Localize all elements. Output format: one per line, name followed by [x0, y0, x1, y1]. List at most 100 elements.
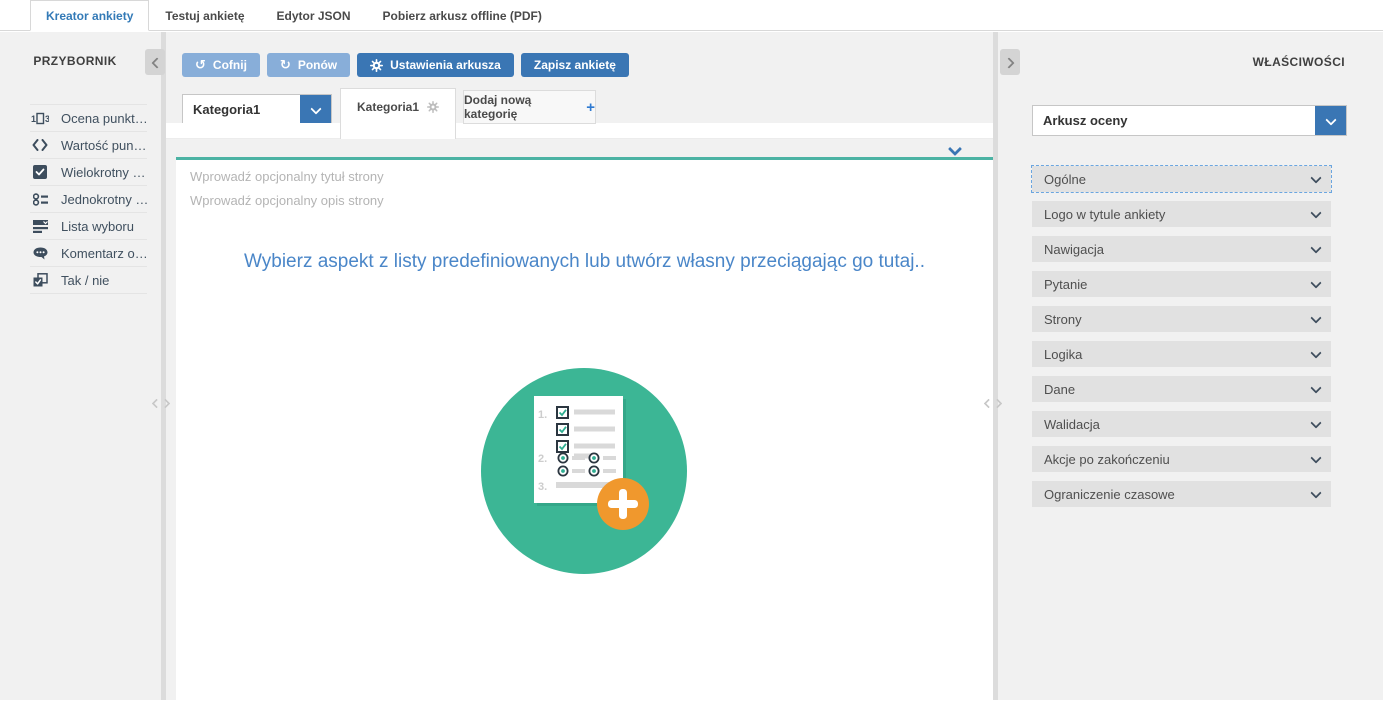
properties-title: WŁAŚCIWOŚCI — [1253, 55, 1345, 69]
page-description-input[interactable]: Wprowadź opcjonalny opis strony — [190, 193, 384, 208]
plus-icon: + — [586, 100, 595, 115]
section-label: Pytanie — [1044, 277, 1311, 292]
chevron-down-icon — [1311, 349, 1321, 359]
selected-element-select[interactable]: Arkusz oceny — [1032, 105, 1347, 136]
toolbox-item-label: Lista wyboru — [61, 219, 134, 234]
toolbox-item-boolean[interactable]: Tak / nie — [30, 267, 147, 294]
chevron-left-icon — [982, 398, 990, 406]
boolean-icon — [30, 273, 50, 287]
left-splitter-handle[interactable] — [150, 398, 170, 406]
section-label: Logo w tytule ankiety — [1044, 207, 1311, 222]
section-label: Akcje po zakończeniu — [1044, 452, 1311, 467]
gear-icon[interactable] — [427, 101, 439, 113]
tab-label: Testuj ankietę — [165, 9, 244, 23]
sheet-settings-button[interactable]: Ustawienia arkusza — [357, 53, 514, 77]
checkbox-icon — [30, 165, 50, 179]
toolbox-item-radiogroup[interactable]: Jednokrotny … — [30, 186, 147, 213]
category-select[interactable]: Kategoria1 — [182, 94, 332, 125]
toolbox-list: 13 Ocena punkt… Wartość pun… Wielokrotny… — [30, 104, 147, 294]
category-select-value: Kategoria1 — [183, 102, 300, 117]
save-survey-label: Zapisz ankietę — [534, 58, 616, 72]
category-tab-kategoria1[interactable]: Kategoria1 — [340, 88, 456, 139]
designer-surface: ↺ Cofnij ↻ Ponów Ustawienia arkusza Zapi… — [166, 32, 993, 700]
redo-button[interactable]: ↻ Ponów — [267, 53, 350, 77]
properties-panel: WŁAŚCIWOŚCI Arkusz oceny Ogólne Logo w t… — [998, 32, 1383, 700]
chevron-down-icon — [1326, 116, 1336, 126]
chevron-right-icon — [1005, 57, 1015, 67]
survey-creator-app: Kreator ankiety Testuj ankietę Edytor JS… — [0, 0, 1383, 709]
toolbox-item-value[interactable]: Wartość pun… — [30, 132, 147, 159]
tab-testuj-ankiete[interactable]: Testuj ankietę — [149, 0, 260, 31]
chevron-down-icon — [1311, 454, 1321, 464]
right-splitter-handle[interactable] — [982, 398, 1002, 406]
page-title-input[interactable]: Wprowadź opcjonalny tytuł strony — [190, 169, 384, 184]
section-label: Ograniczenie czasowe — [1044, 487, 1311, 502]
chevron-down-icon — [1311, 489, 1321, 499]
survey-illustration-icon: 1. — [478, 365, 690, 577]
toolbox-panel: PRZYBORNIK 13 Ocena punkt… Wartość pun… — [0, 32, 161, 700]
chevron-right-icon — [162, 398, 170, 406]
collapse-right-panel-button[interactable] — [1000, 49, 1020, 75]
selected-element-dropdown-button[interactable] — [1315, 106, 1346, 135]
properties-section-dane[interactable]: Dane — [1032, 376, 1331, 402]
chevron-right-icon — [994, 398, 1002, 406]
section-label: Walidacja — [1044, 417, 1311, 432]
svg-text:2.: 2. — [538, 453, 547, 465]
dropdown-icon — [30, 220, 50, 233]
add-category-tab[interactable]: Dodaj nową kategorię + — [463, 90, 596, 124]
properties-section-logo[interactable]: Logo w tytule ankiety — [1032, 201, 1331, 227]
properties-section-walidacja[interactable]: Walidacja — [1032, 411, 1331, 437]
workspace: PRZYBORNIK 13 Ocena punkt… Wartość pun… — [0, 32, 1383, 700]
properties-section-nawigacja[interactable]: Nawigacja — [1032, 236, 1331, 262]
properties-section-strony[interactable]: Strony — [1032, 306, 1331, 332]
chevron-down-icon — [311, 105, 321, 115]
collapse-left-panel-button[interactable] — [145, 49, 165, 75]
toolbox-item-label: Jednokrotny … — [61, 192, 148, 207]
empty-page-message: Wybierz aspekt z listy predefiniowanych … — [176, 248, 993, 276]
section-label: Ogólne — [1044, 172, 1311, 187]
sheet-settings-label: Ustawienia arkusza — [390, 58, 501, 72]
properties-section-ogolne[interactable]: Ogólne — [1032, 166, 1331, 192]
toolbox-item-dropdown[interactable]: Lista wyboru — [30, 213, 147, 240]
toolbox-item-label: Komentarz o… — [61, 246, 148, 261]
tab-pobierz-arkusz-offline-pdf[interactable]: Pobierz arkusz offline (PDF) — [367, 0, 558, 31]
tab-kreator-ankiety[interactable]: Kreator ankiety — [30, 0, 149, 31]
chevron-down-icon — [1311, 244, 1321, 254]
toolbox-item-label: Ocena punkt… — [61, 111, 148, 126]
properties-section-akcje-po-zakonczeniu[interactable]: Akcje po zakończeniu — [1032, 446, 1331, 472]
toolbox-item-rating[interactable]: 13 Ocena punkt… — [30, 105, 147, 132]
category-select-dropdown-button[interactable] — [300, 95, 331, 124]
svg-text:1: 1 — [31, 114, 36, 124]
gear-icon — [370, 59, 383, 72]
redo-label: Ponów — [298, 58, 337, 72]
radiogroup-icon — [30, 193, 50, 206]
chevron-down-icon — [1311, 174, 1321, 184]
save-survey-button[interactable]: Zapisz ankietę — [521, 53, 629, 77]
tab-label: Edytor JSON — [277, 9, 351, 23]
tab-content-strip — [166, 123, 993, 139]
toolbox-item-comment[interactable]: Komentarz o… — [30, 240, 147, 267]
drop-zone-illustration: 1. — [478, 365, 690, 577]
section-label: Logika — [1044, 347, 1311, 362]
toolbox-title: PRZYBORNIK — [0, 54, 150, 68]
tab-edytor-json[interactable]: Edytor JSON — [261, 0, 367, 31]
toolbox-item-label: Wartość pun… — [61, 138, 147, 153]
designer-toolbar: ↺ Cofnij ↻ Ponów Ustawienia arkusza Zapi… — [182, 53, 629, 77]
toolbox-item-label: Wielokrotny … — [61, 165, 146, 180]
svg-text:3: 3 — [45, 114, 49, 124]
toolbox-item-checkbox[interactable]: Wielokrotny … — [30, 159, 147, 186]
add-category-label: Dodaj nową kategorię — [464, 93, 580, 121]
undo-button[interactable]: ↺ Cofnij — [182, 53, 260, 77]
chevron-down-icon — [949, 144, 959, 154]
rating-icon: 13 — [30, 112, 50, 125]
properties-section-logika[interactable]: Logika — [1032, 341, 1331, 367]
properties-section-pytanie[interactable]: Pytanie — [1032, 271, 1331, 297]
tab-label: Pobierz arkusz offline (PDF) — [383, 9, 542, 23]
chevron-left-icon — [150, 57, 160, 67]
toolbox-item-label: Tak / nie — [61, 273, 109, 288]
top-tab-bar: Kreator ankiety Testuj ankietę Edytor JS… — [0, 0, 1383, 31]
page-collapse-button[interactable] — [949, 141, 959, 159]
undo-icon: ↺ — [195, 59, 206, 72]
properties-section-ograniczenie-czasowe[interactable]: Ograniczenie czasowe — [1032, 481, 1331, 507]
value-icon — [30, 139, 50, 151]
